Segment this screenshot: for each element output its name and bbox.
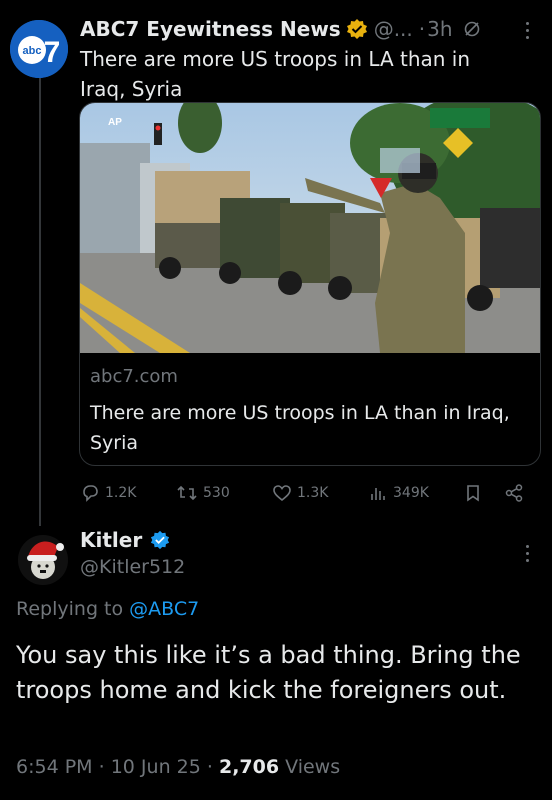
separator-dot: ·: [206, 756, 213, 778]
author-name[interactable]: ABC7 Eyewitness News: [80, 17, 341, 41]
reply-author-name[interactable]: Kitler: [80, 528, 142, 552]
like-count: 1.3K: [297, 485, 329, 501]
verified-badge-icon: [346, 19, 367, 39]
share-button[interactable]: [504, 483, 530, 503]
kitler-avatar[interactable]: [18, 535, 68, 585]
card-title: There are more US troops in LA than in I…: [90, 402, 510, 454]
reply-handle[interactable]: @Kitler512: [80, 556, 185, 578]
thread-line: [39, 64, 41, 526]
abc7-avatar[interactable]: abc 7: [10, 20, 68, 78]
bookmark-button[interactable]: [464, 483, 504, 503]
reply-button[interactable]: 1.2K: [80, 483, 176, 503]
card-domain: abc7.com: [90, 366, 178, 387]
card-image[interactable]: AP: [80, 103, 540, 353]
retweet-count: 530: [203, 485, 230, 501]
action-bar: 1.2K 530 1.3K 349K: [80, 478, 530, 508]
reply-views-count: 2,706: [218, 756, 280, 778]
tweet-header: ABC7 Eyewitness News @... · 3h: [80, 14, 481, 44]
reply-views-label: Views: [285, 756, 341, 778]
replying-to-link[interactable]: @ABC7: [129, 598, 199, 620]
share-icon: [505, 484, 523, 502]
replying-label: Replying to: [16, 598, 124, 620]
views-icon: [371, 488, 385, 500]
reply-meta: 6:54 PM · 10 Jun 25 · 2,706 Views: [16, 756, 340, 778]
reply-date[interactable]: 10 Jun 25: [111, 756, 201, 778]
reply-more-icon[interactable]: [524, 545, 530, 562]
svg-text:abc: abc: [23, 45, 42, 57]
abc7-logo-icon: abc 7: [10, 20, 68, 78]
reply-icon: [83, 485, 98, 502]
more-icon[interactable]: [524, 22, 530, 39]
mute-icon[interactable]: [463, 20, 481, 38]
author-handle[interactable]: @...: [374, 17, 413, 41]
reply-time[interactable]: 6:54 PM: [16, 756, 93, 778]
tweet-text: There are more US troops in LA than in I…: [80, 47, 471, 101]
svg-text:7: 7: [44, 36, 61, 69]
ap-watermark: AP: [108, 117, 122, 128]
reply-author[interactable]: Kitler: [80, 528, 170, 552]
retweet-icon: [177, 485, 197, 501]
separator-dot: ·: [418, 17, 426, 41]
santa-hat-avatar-icon: [18, 535, 68, 585]
link-card[interactable]: AP abc7.com There are more US troops in …: [79, 102, 541, 466]
tweet-time[interactable]: 3h: [427, 17, 452, 41]
separator-dot: ·: [98, 756, 105, 778]
bookmark-icon: [467, 485, 479, 502]
like-button[interactable]: 1.3K: [272, 483, 368, 503]
reply-text: You say this like it’s a bad thing. Brin…: [16, 641, 521, 704]
views-count: 349K: [393, 485, 429, 501]
verified-badge-icon: [151, 530, 170, 550]
reply-count: 1.2K: [105, 485, 137, 501]
like-icon: [273, 485, 291, 502]
views-button[interactable]: 349K: [368, 483, 464, 503]
replying-to: Replying to @ABC7: [16, 598, 199, 620]
retweet-button[interactable]: 530: [176, 483, 272, 503]
